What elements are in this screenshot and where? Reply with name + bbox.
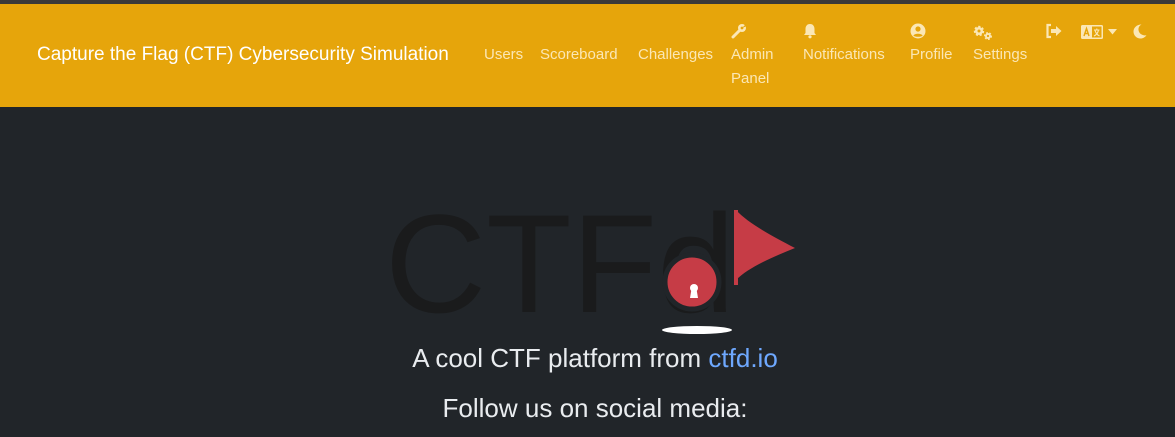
nav-profile[interactable]: Profile	[910, 18, 960, 78]
nav-admin-panel[interactable]: Admin Panel	[731, 18, 791, 96]
nav-settings-label: Settings	[973, 46, 1028, 63]
nav-profile-label: Profile	[910, 46, 953, 63]
nav-users[interactable]: Users	[484, 43, 523, 67]
nav-notifications[interactable]: Notifications	[803, 18, 898, 78]
nav-admin-label-line1: Admin	[731, 46, 774, 63]
nav-scoreboard-label: Scoreboard	[540, 46, 618, 63]
ctfd-logo: CTFd	[385, 185, 795, 340]
wrench-icon	[731, 24, 747, 39]
user-circle-icon	[910, 23, 926, 39]
language-icon[interactable]	[1081, 25, 1103, 39]
tagline-text: A cool CTF platform from	[412, 343, 709, 373]
nav-users-label: Users	[484, 46, 524, 63]
main-content: CTFd A cool CTF platform from ctfd.io Fo…	[0, 107, 1175, 437]
moon-icon[interactable]	[1133, 24, 1147, 39]
nav-challenges[interactable]: Challenges	[638, 43, 713, 67]
nav-scoreboard[interactable]: Scoreboard	[540, 43, 618, 67]
bell-icon	[804, 24, 816, 39]
flag-icon	[736, 210, 795, 280]
follow-us-heading: Follow us on social media:	[442, 393, 748, 423]
brand-title[interactable]: Capture the Flag (CTF) Cybersecurity Sim…	[37, 44, 449, 66]
nav-notifications-label: Notifications	[803, 46, 885, 63]
ctfd-link[interactable]: ctfd.io	[708, 343, 777, 373]
nav-admin-label-line2: Panel	[731, 70, 770, 87]
sign-out-icon[interactable]	[1045, 23, 1063, 39]
navbar: Capture the Flag (CTF) Cybersecurity Sim…	[0, 4, 1175, 107]
nav-challenges-label: Challenges	[638, 46, 714, 63]
tagline: A cool CTF platform from ctfd.io	[0, 343, 1175, 374]
chevron-down-icon[interactable]	[1108, 29, 1117, 35]
nav-settings[interactable]: Settings	[973, 18, 1033, 78]
flag-hole	[662, 326, 732, 334]
gears-icon	[973, 25, 992, 40]
logo-ball	[662, 252, 722, 312]
